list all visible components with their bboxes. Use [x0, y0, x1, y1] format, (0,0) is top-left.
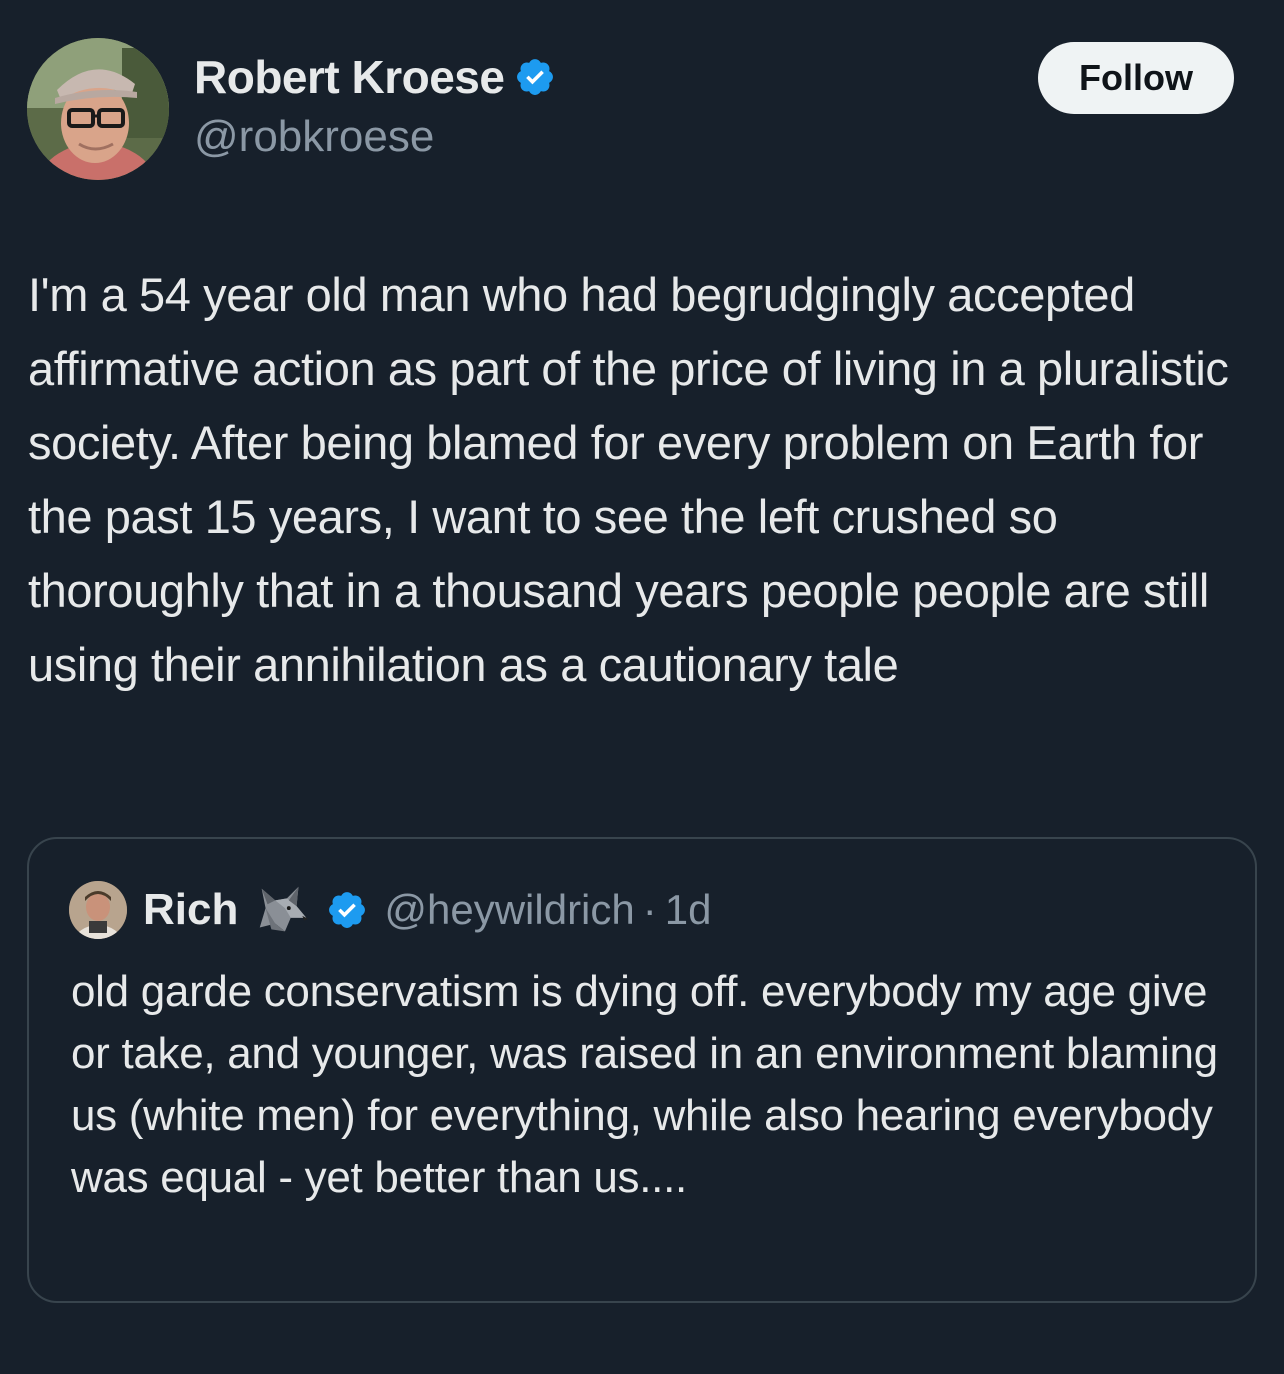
tweet-card: Robert Kroese @robkroese Follow I'm a 54…	[0, 0, 1284, 1374]
verified-badge-icon	[517, 59, 554, 95]
wolf-icon	[260, 886, 309, 932]
quoted-tweet-text: old garde conservatism is dying off. eve…	[71, 967, 1218, 1202]
quoted-tweet-timestamp[interactable]: 1d	[665, 886, 712, 934]
author-handle[interactable]: @robkroese	[194, 112, 434, 162]
quoted-tweet[interactable]: Rich @heywildrich · 1d old garde conserv…	[27, 837, 1257, 1303]
separator-dot: ·	[642, 886, 657, 933]
quoted-tweet-header: Rich @heywildrich · 1d	[69, 879, 711, 941]
quoted-author-display-name[interactable]: Rich	[143, 885, 238, 935]
tweet-text: I'm a 54 year old man who had begrudging…	[28, 268, 1229, 691]
quoted-author-avatar[interactable]	[69, 881, 127, 939]
verified-badge-icon	[329, 892, 366, 928]
author-name-row: Robert Kroese	[194, 50, 556, 104]
author-avatar[interactable]	[27, 38, 169, 180]
author-display-name[interactable]: Robert Kroese	[194, 50, 505, 104]
quoted-author-handle[interactable]: @heywildrich	[384, 886, 634, 934]
follow-button[interactable]: Follow	[1038, 42, 1234, 114]
